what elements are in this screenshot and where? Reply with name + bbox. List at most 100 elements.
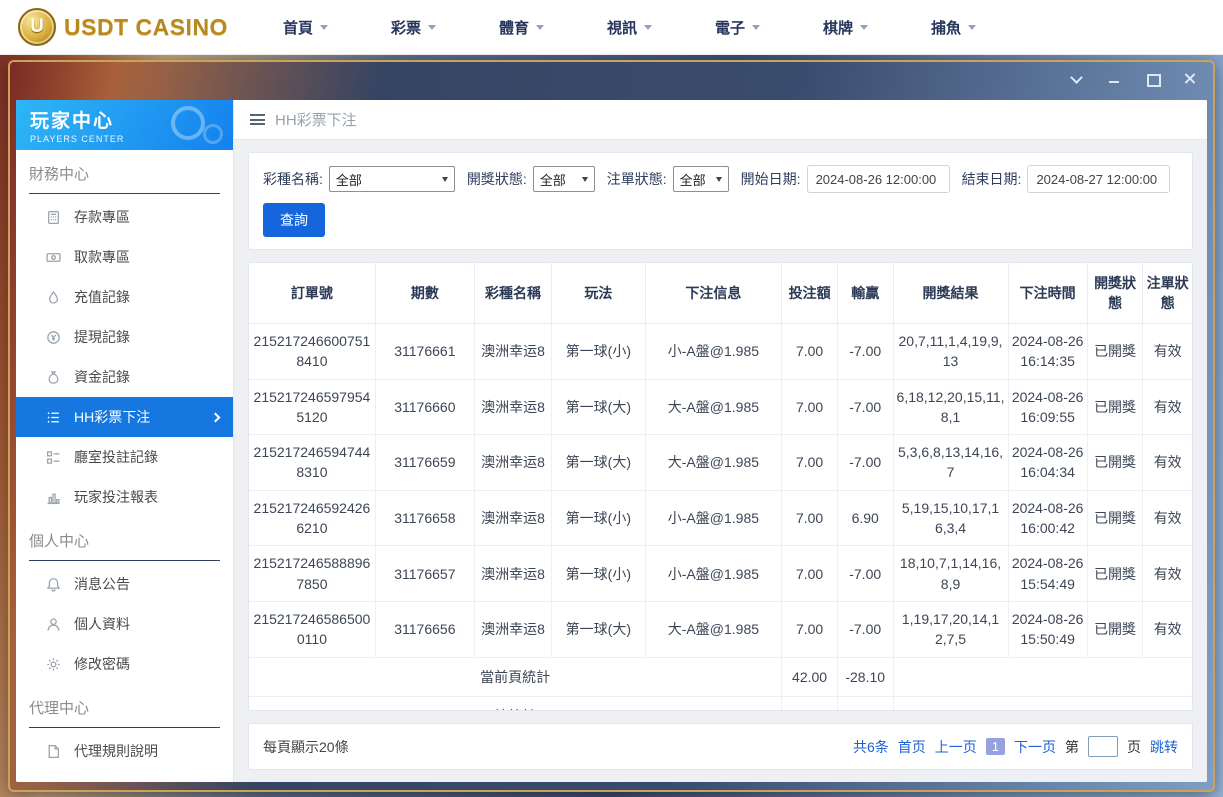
menu-toggle-icon[interactable] (250, 112, 265, 128)
cell-win-loss: -7.00 (836, 434, 894, 491)
table-row: 2152172465947448310 31176659 澳洲幸运8 第一球(大… (249, 434, 1192, 491)
sidebar-item-deposit[interactable]: 存款專區 (16, 197, 233, 237)
prev-page-link[interactable]: 上一页 (935, 737, 977, 757)
column-header-play-type: 玩法 (551, 263, 646, 324)
next-page-link[interactable]: 下一页 (1014, 737, 1056, 757)
current-page[interactable]: 1 (985, 738, 1005, 755)
sidebar-item-label: 修改密碼 (74, 656, 130, 672)
menu-item-home[interactable]: 首頁 (283, 17, 328, 38)
draw-status-label: 開獎狀態: (466, 171, 527, 187)
page-background: U USDT CASINO 首頁 彩票 體育 視訊 電子 棋牌 捕魚 玩家中心 … (0, 0, 1223, 797)
menu-item-label: 捕魚 (931, 19, 962, 37)
cell-bet-amount: 7.00 (781, 545, 838, 602)
sidebar-item-label: HH彩票下注 (74, 409, 151, 425)
draw-status-select[interactable]: 全部 (532, 166, 595, 192)
sidebar-item-withdrawal-record[interactable]: 提現記錄 (16, 317, 233, 357)
cell-order-status: 有效 (1142, 545, 1192, 602)
chevron-down-icon (752, 24, 761, 30)
bets-table-panel: 訂單號 期數 彩種名稱 玩法 下注信息 投注額 輸贏 開獎結果 下注時間 開獎狀… (248, 262, 1193, 711)
lottery-select[interactable]: 全部 (328, 166, 455, 192)
menu-item-fishing[interactable]: 捕魚 (931, 17, 977, 38)
sidebar-item-label: 存款專區 (74, 209, 130, 225)
cell-play-type: 第一球(大) (551, 378, 646, 436)
sidebar-item-label: 代理規則說明 (74, 743, 158, 759)
menu-item-live-video[interactable]: 視訊 (607, 17, 653, 38)
sidebar-item-label: 資金記錄 (74, 369, 130, 385)
cell-bet-amount: 7.00 (781, 323, 838, 380)
summary-empty (892, 695, 1192, 710)
sidebar: 玩家中心 PLAYERS CENTER 財務中心 存款專區 取款專區 充值記錄 (16, 100, 234, 782)
user-icon (47, 617, 60, 631)
site-logo[interactable]: U USDT CASINO (18, 8, 228, 46)
sidebar-item-player-bet-report[interactable]: 玩家投注報表 (16, 477, 233, 517)
sidebar-item-recharge-record[interactable]: 充值記錄 (16, 277, 233, 317)
cell-draw-status: 已開獎 (1086, 489, 1144, 547)
page-jump-input[interactable] (1088, 736, 1118, 757)
cell-draw-result: 6,18,12,20,15,11,8,1 (892, 378, 1009, 436)
table-header-row: 訂單號 期數 彩種名稱 玩法 下注信息 投注額 輸贏 開獎結果 下注時間 開獎狀… (249, 263, 1192, 324)
sidebar-item-announcements[interactable]: 消息公告 (16, 564, 233, 604)
column-header-lottery-name: 彩種名稱 (473, 263, 553, 324)
cell-draw-status: 已開獎 (1086, 434, 1144, 491)
menu-item-slots[interactable]: 電子 (715, 17, 761, 38)
table-row: 2152172465979545120 31176660 澳洲幸运8 第一球(大… (249, 378, 1192, 436)
section-label-personal: 個人中心 (29, 530, 220, 561)
cell-order-status: 有效 (1142, 489, 1192, 547)
cell-order-status: 有效 (1142, 434, 1192, 491)
cell-draw-status: 已開獎 (1086, 600, 1144, 658)
lottery-bets-icon (47, 411, 59, 423)
jump-suffix-label: 页 (1127, 738, 1141, 755)
sidebar-item-label: 消息公告 (74, 576, 130, 592)
table-row: 2152172465865000110 31176656 澳洲幸运8 第一球(大… (249, 600, 1192, 658)
window-minimize-icon[interactable] (1107, 71, 1121, 85)
summary-empty (892, 656, 1192, 697)
end-date-input[interactable] (1027, 165, 1171, 193)
menu-item-board-games[interactable]: 棋牌 (823, 17, 869, 38)
jump-prefix-label: 第 (1065, 738, 1079, 755)
lottery-select-value: 全部 (335, 172, 362, 188)
cell-bet-info: 小-A盤@1.985 (644, 545, 783, 602)
sidebar-item-label: 取款專區 (74, 249, 130, 265)
gear-icon (47, 657, 60, 671)
column-header-bet-amount: 投注額 (781, 263, 838, 324)
column-header-win-loss: 輸贏 (836, 263, 894, 324)
start-date-label: 開始日期: (740, 171, 801, 187)
menu-item-sports[interactable]: 體育 (499, 17, 544, 38)
sidebar-item-room-bet-record[interactable]: 廳室投註記錄 (16, 437, 233, 477)
chevron-down-icon (860, 24, 869, 30)
cell-win-loss: -7.00 (836, 323, 894, 380)
cell-lottery-name: 澳洲幸运8 (473, 600, 553, 658)
cell-period: 31176656 (374, 600, 475, 658)
sidebar-item-agent-rules[interactable]: 代理規則說明 (16, 731, 233, 771)
search-button[interactable]: 查詢 (263, 203, 325, 237)
window-maximize-icon[interactable] (1145, 71, 1161, 87)
logo-coin-icon: U (18, 8, 56, 46)
cell-bet-amount: 7.00 (781, 600, 838, 658)
sidebar-item-funds-record[interactable]: 資金記錄 (16, 357, 233, 397)
cell-order-no: 2152172465888967850 (249, 545, 376, 602)
cell-bet-time: 2024-08-26 16:09:55 (1007, 378, 1088, 436)
sidebar-item-change-password[interactable]: 修改密碼 (16, 644, 233, 684)
chevron-down-icon (427, 24, 436, 30)
summary-winloss-total: -28.10 (836, 695, 894, 710)
column-header-draw-result: 開獎結果 (892, 263, 1009, 324)
menu-item-label: 體育 (498, 19, 529, 37)
draw-status-select-value: 全部 (539, 172, 566, 188)
sidebar-item-profile[interactable]: 個人資料 (16, 604, 233, 644)
menu-item-lottery[interactable]: 彩票 (391, 17, 436, 38)
sidebar-item-hh-lottery-bets[interactable]: HH彩票下注 (16, 397, 233, 437)
window-close-icon[interactable] (1183, 71, 1197, 85)
cell-order-no: 2152172465947448310 (249, 434, 376, 491)
end-date-label: 結束日期: (961, 171, 1022, 187)
sidebar-item-withdraw[interactable]: 取款專區 (16, 237, 233, 277)
jump-button[interactable]: 跳转 (1150, 737, 1178, 757)
cell-draw-result: 5,3,6,8,13,14,16,7 (892, 434, 1009, 491)
player-center-banner: 玩家中心 PLAYERS CENTER (16, 100, 233, 150)
first-page-link[interactable]: 首页 (898, 737, 926, 757)
window-collapse-icon[interactable] (1069, 71, 1083, 85)
decorative-circle (171, 106, 205, 140)
cell-bet-time: 2024-08-26 16:04:34 (1007, 434, 1088, 491)
order-status-select[interactable]: 全部 (672, 166, 729, 192)
menu-item-label: 彩票 (390, 19, 421, 37)
start-date-input[interactable] (806, 165, 950, 193)
